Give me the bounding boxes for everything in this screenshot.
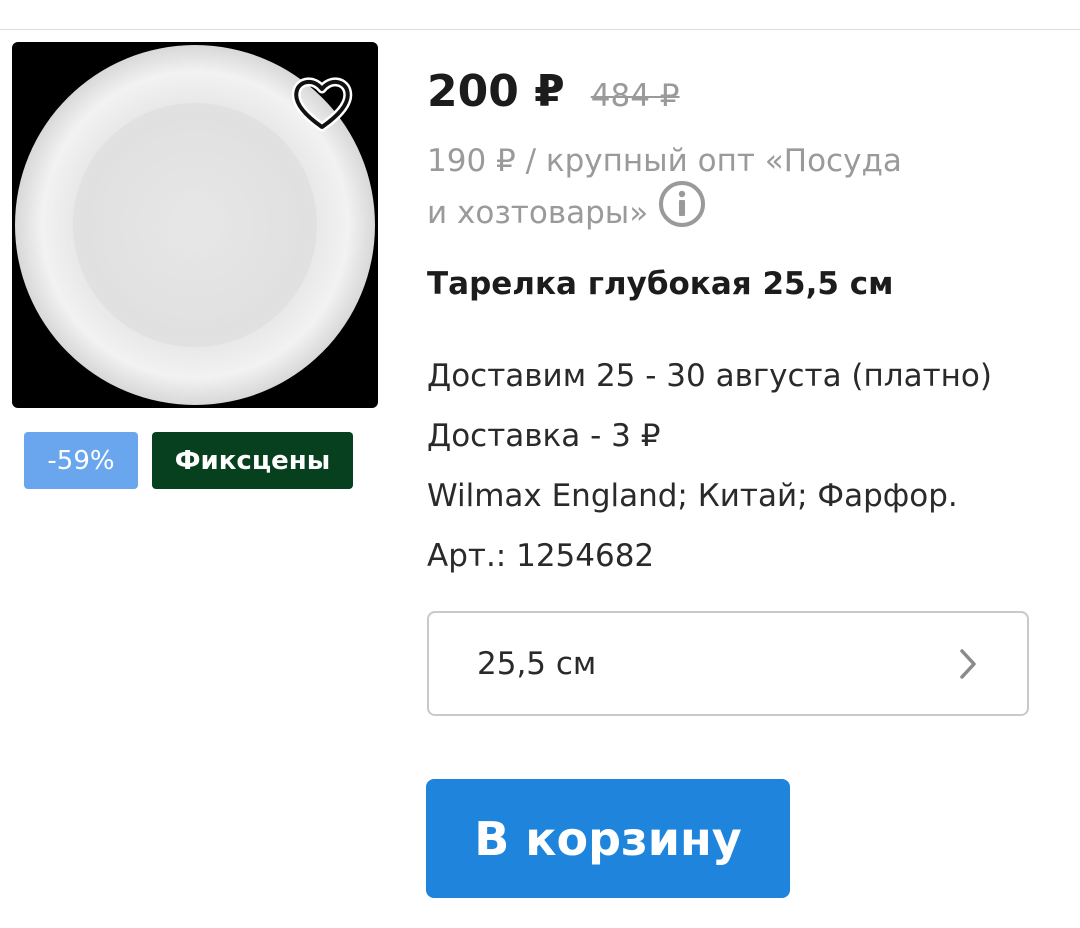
badges: -59% Фиксцены (24, 432, 353, 489)
info-icon[interactable] (658, 180, 706, 243)
product-details: Доставим 25 - 30 августа (платно) Достав… (427, 346, 992, 586)
favorite-button[interactable] (289, 74, 355, 134)
add-to-cart-button[interactable]: В корзину (426, 779, 790, 898)
size-select-value: 25,5 см (477, 645, 597, 682)
brand-info: Wilmax England; Китай; Фарфор. (427, 478, 958, 514)
product-card: -59% Фиксцены 200 ₽ 484 ₽ 190 ₽ / крупны… (0, 0, 1080, 928)
wholesale-line-2: и хозтовары» (427, 181, 987, 243)
size-select[interactable]: 25,5 см (427, 611, 1029, 716)
old-price: 484 ₽ (590, 78, 680, 114)
current-price: 200 ₽ (427, 66, 565, 117)
heart-icon (291, 77, 353, 132)
delivery-date: Доставим 25 - 30 августа (платно) (427, 358, 992, 394)
wholesale-line-1: 190 ₽ / крупный опт «Посуда (427, 143, 902, 179)
article-number: Арт.: 1254682 (427, 538, 655, 574)
discount-badge: -59% (24, 432, 138, 489)
fixed-price-badge: Фиксцены (152, 432, 353, 489)
wholesale-price: 190 ₽ / крупный опт «Посуда и хозтовары» (427, 136, 987, 243)
chevron-right-icon (957, 647, 979, 681)
price-row: 200 ₽ 484 ₽ (427, 66, 680, 117)
delivery-cost: Доставка - 3 ₽ (427, 418, 661, 454)
wholesale-line-2-text: и хозтовары» (427, 195, 649, 231)
top-divider (0, 29, 1080, 30)
product-title: Тарелка глубокая 25,5 см (427, 266, 894, 302)
